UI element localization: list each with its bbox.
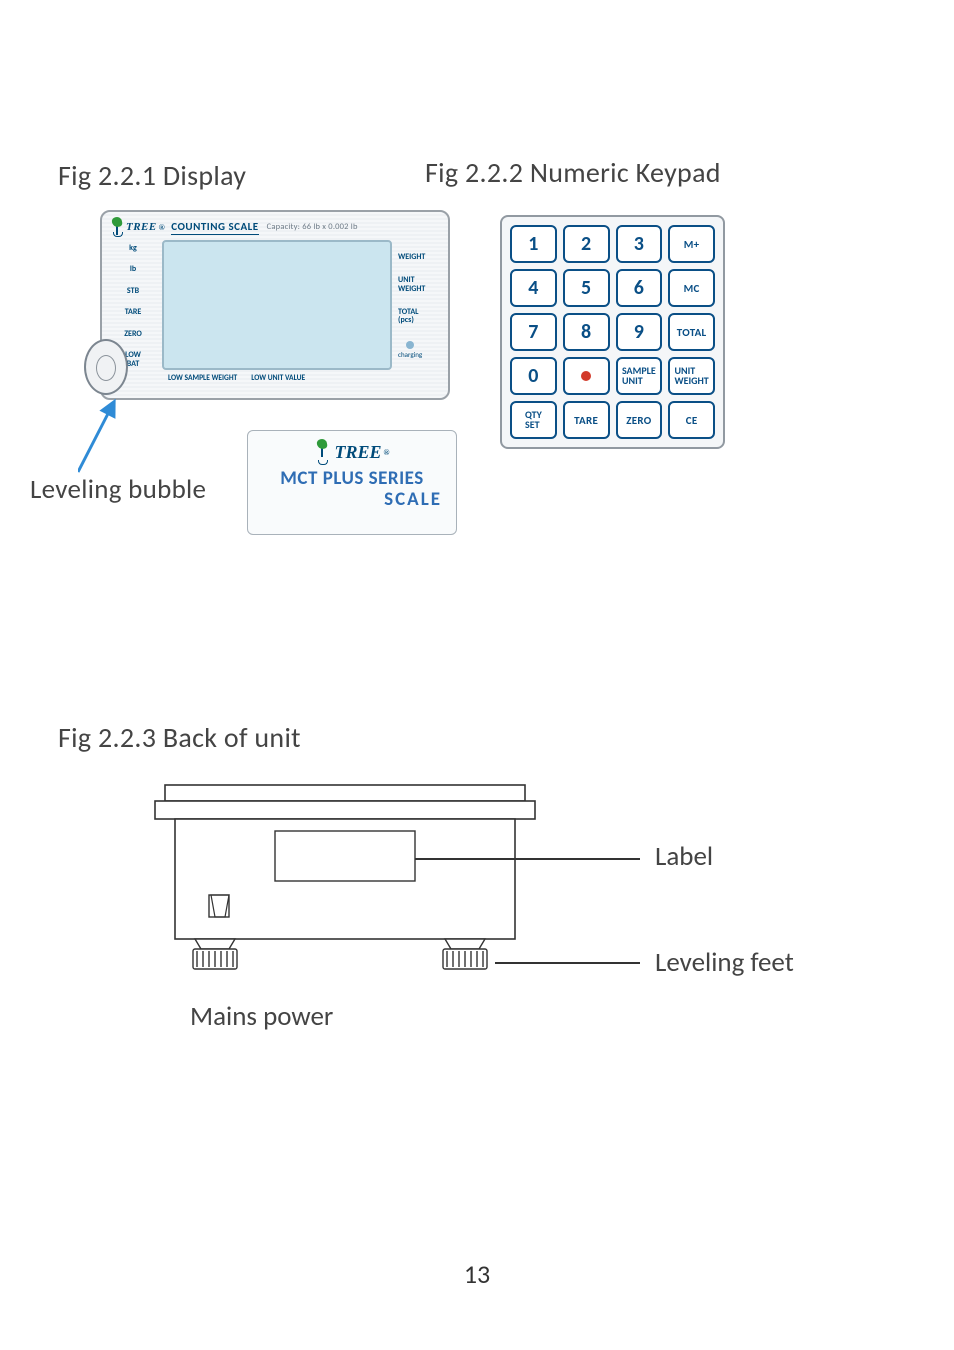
key-sample-unit[interactable]: SAMPLE UNIT	[616, 357, 663, 395]
indicator-kg: kg	[110, 244, 156, 252]
callout-line-feet-icon	[495, 962, 640, 964]
fig-223-caption: Fig 2.2.3 Back of unit	[58, 720, 301, 755]
callout-mains-power: Mains power	[190, 1000, 333, 1033]
callout-label: Label	[655, 840, 713, 873]
key-1[interactable]: 1	[510, 225, 557, 263]
key-m-plus[interactable]: M+	[668, 225, 715, 263]
fig-222-caption: Fig 2.2.2 Numeric Keypad	[425, 155, 721, 190]
numeric-keypad: 1 2 3 M+ 4 5 6 MC 7 8 9 TOTAL 0 SAMPLE U…	[500, 215, 725, 449]
key-mc[interactable]: MC	[668, 269, 715, 307]
key-qty-set[interactable]: QTY SET	[510, 401, 557, 439]
key-tare[interactable]: TARE	[563, 401, 610, 439]
indicator-total-pcs: TOTAL (pcs)	[398, 308, 440, 325]
key-zero[interactable]: ZERO	[616, 401, 663, 439]
document-page: Fig 2.2.1 Display Fig 2.2.2 Numeric Keyp…	[0, 0, 954, 1350]
leveling-bubble-label: Leveling bubble	[30, 473, 206, 506]
decimal-dot-icon	[581, 371, 591, 381]
footer-low-unit-value: LOW UNIT VALUE	[251, 374, 305, 383]
scale-display-panel: TREE® COUNTING SCALE Capacity: 66 lb x 0…	[100, 210, 450, 400]
indicator-zero: ZERO	[110, 330, 156, 338]
indicator-unit-weight: UNIT WEIGHT	[398, 276, 440, 293]
page-number: 13	[0, 1258, 954, 1290]
key-unit-weight[interactable]: UNIT WEIGHT	[668, 357, 715, 395]
lcd-screen	[162, 240, 392, 370]
display-body: kg lb STB TARE ZERO LOW BAT WEIGHT UNIT …	[110, 240, 440, 370]
brand-badge: TREE® MCT PLUS SERIES SCALE	[247, 430, 457, 535]
display-header: TREE® COUNTING SCALE Capacity: 66 lb x 0…	[110, 218, 440, 236]
key-2[interactable]: 2	[563, 225, 610, 263]
fig-221-caption: Fig 2.2.1 Display	[58, 158, 246, 193]
leveling-bubble-icon	[84, 339, 128, 395]
key-4[interactable]: 4	[510, 269, 557, 307]
badge-line-1: MCT PLUS SERIES	[262, 467, 442, 490]
tree-logo-icon: TREE®	[110, 219, 165, 235]
registered-mark: ®	[159, 223, 165, 232]
indicator-lb: lb	[110, 265, 156, 273]
key-ce[interactable]: CE	[668, 401, 715, 439]
key-total[interactable]: TOTAL	[668, 313, 715, 351]
footer-low-sample-weight: LOW SAMPLE WEIGHT	[168, 374, 237, 383]
display-title: COUNTING SCALE	[171, 220, 258, 235]
charging-led-icon: charging	[398, 339, 440, 358]
key-5[interactable]: 5	[563, 269, 610, 307]
brand-text: TREE	[126, 221, 157, 233]
display-capacity: Capacity: 66 lb x 0.002 lb	[267, 222, 358, 232]
right-indicator-column: WEIGHT UNIT WEIGHT TOTAL (pcs) charging	[398, 240, 440, 370]
brand-text: TREE	[335, 442, 382, 463]
key-3[interactable]: 3	[616, 225, 663, 263]
back-of-unit-diagram	[145, 775, 545, 1005]
key-0[interactable]: 0	[510, 357, 557, 395]
key-decimal[interactable]	[563, 357, 610, 395]
display-footer: LOW SAMPLE WEIGHT LOW UNIT VALUE	[110, 374, 440, 383]
indicator-stb: STB	[110, 287, 156, 295]
key-6[interactable]: 6	[616, 269, 663, 307]
registered-mark: ®	[384, 448, 390, 457]
key-7[interactable]: 7	[510, 313, 557, 351]
leveling-bubble-pointer-icon	[78, 398, 138, 478]
indicator-tare: TARE	[110, 308, 156, 316]
tree-logo-icon: TREE®	[262, 441, 442, 463]
key-8[interactable]: 8	[563, 313, 610, 351]
key-9[interactable]: 9	[616, 313, 663, 351]
badge-line-2: SCALE	[262, 488, 442, 511]
callout-line-label-icon	[415, 858, 640, 860]
charging-label: charging	[398, 351, 440, 358]
indicator-weight: WEIGHT	[398, 253, 440, 261]
callout-leveling-feet: Leveling feet	[655, 946, 794, 979]
